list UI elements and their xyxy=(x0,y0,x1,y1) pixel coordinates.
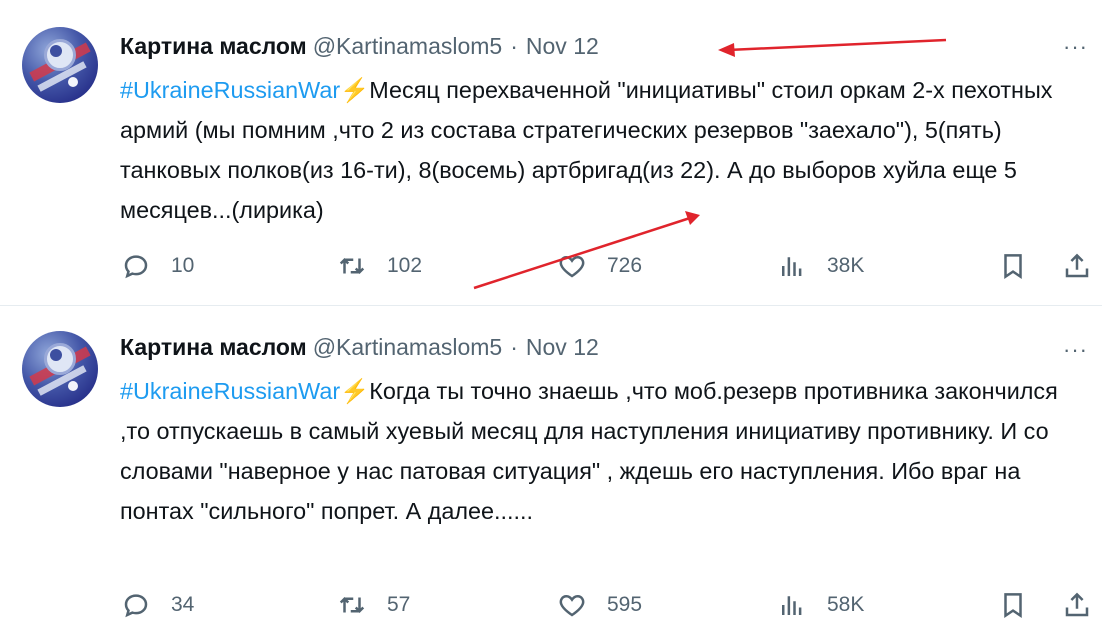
tweet-date[interactable]: Nov 12 xyxy=(526,334,599,360)
retweet-button[interactable]: 57 xyxy=(337,585,410,625)
views-chart-icon xyxy=(782,596,802,615)
like-button[interactable]: 726 xyxy=(557,246,642,286)
tweet-header: Картина маслом @Kartinamaslom5 · Nov 12 xyxy=(120,334,599,364)
separator-dot: · xyxy=(510,334,518,360)
author-handle[interactable]: @Kartinamaslom5 xyxy=(313,33,503,59)
retweet-count: 102 xyxy=(387,254,423,277)
avatar[interactable] xyxy=(22,331,98,407)
reply-button[interactable]: 34 xyxy=(121,585,194,625)
bookmark-icon xyxy=(1004,254,1022,279)
more-dots-icon[interactable]: ··· xyxy=(1063,337,1093,362)
author-name[interactable]: Картина маслом xyxy=(120,33,307,59)
tweet-2[interactable]: Картина маслом @Kartinamaslom5 · Nov 12 ···… xyxy=(0,307,1102,629)
reply-button[interactable]: 10 xyxy=(121,246,194,286)
reply-icon xyxy=(124,255,148,279)
tweet-1[interactable]: Картина маслом @Kartinamaslom5 · Nov 12 ···… xyxy=(0,0,1102,306)
like-count: 726 xyxy=(607,254,643,277)
tweet-text: #UkraineRussianWar⚡Когда ты точно знаешь… xyxy=(120,371,1080,531)
lightning-emoji: ⚡ xyxy=(340,378,370,404)
tweet-actions: 10 102 726 38K xyxy=(0,246,1102,286)
hashtag-link[interactable]: #UkraineRussianWar xyxy=(120,77,340,103)
separator-dot: · xyxy=(510,33,518,59)
avatar[interactable] xyxy=(22,27,98,103)
retweet-count: 57 xyxy=(387,593,411,616)
share-icon xyxy=(1065,253,1089,278)
views-button[interactable]: 38K xyxy=(777,246,864,286)
retweet-icon xyxy=(339,596,365,614)
author-name[interactable]: Картина маслом xyxy=(120,334,307,360)
bookmark-button[interactable] xyxy=(998,585,1028,625)
bookmark-button[interactable] xyxy=(998,246,1028,286)
bookmark-icon xyxy=(1004,593,1022,618)
like-button[interactable]: 595 xyxy=(557,585,642,625)
author-handle[interactable]: @Kartinamaslom5 xyxy=(313,334,503,360)
share-button[interactable] xyxy=(1062,585,1092,625)
hashtag-link[interactable]: #UkraineRussianWar xyxy=(120,378,340,404)
share-button[interactable] xyxy=(1062,246,1092,286)
heart-icon xyxy=(559,594,585,617)
tweet-actions: 34 57 595 58K xyxy=(0,585,1102,625)
views-count: 58K xyxy=(827,593,865,616)
views-chart-icon xyxy=(782,257,802,276)
views-button[interactable]: 58K xyxy=(777,585,864,625)
tweet-text: #UkraineRussianWar⚡Месяц перехваченной "… xyxy=(120,70,1080,230)
reply-count: 10 xyxy=(171,254,195,277)
tweet-divider xyxy=(0,305,1102,306)
heart-icon xyxy=(559,255,585,278)
reply-icon xyxy=(124,594,148,618)
lightning-emoji: ⚡ xyxy=(340,77,370,103)
tweet-date[interactable]: Nov 12 xyxy=(526,33,599,59)
views-count: 38K xyxy=(827,254,865,277)
like-count: 595 xyxy=(607,593,643,616)
tweet-header: Картина маслом @Kartinamaslom5 · Nov 12 xyxy=(120,33,599,63)
share-icon xyxy=(1065,592,1089,617)
more-dots-icon[interactable]: ··· xyxy=(1063,34,1093,59)
retweet-icon xyxy=(339,257,365,275)
retweet-button[interactable]: 102 xyxy=(337,246,422,286)
reply-count: 34 xyxy=(171,593,195,616)
